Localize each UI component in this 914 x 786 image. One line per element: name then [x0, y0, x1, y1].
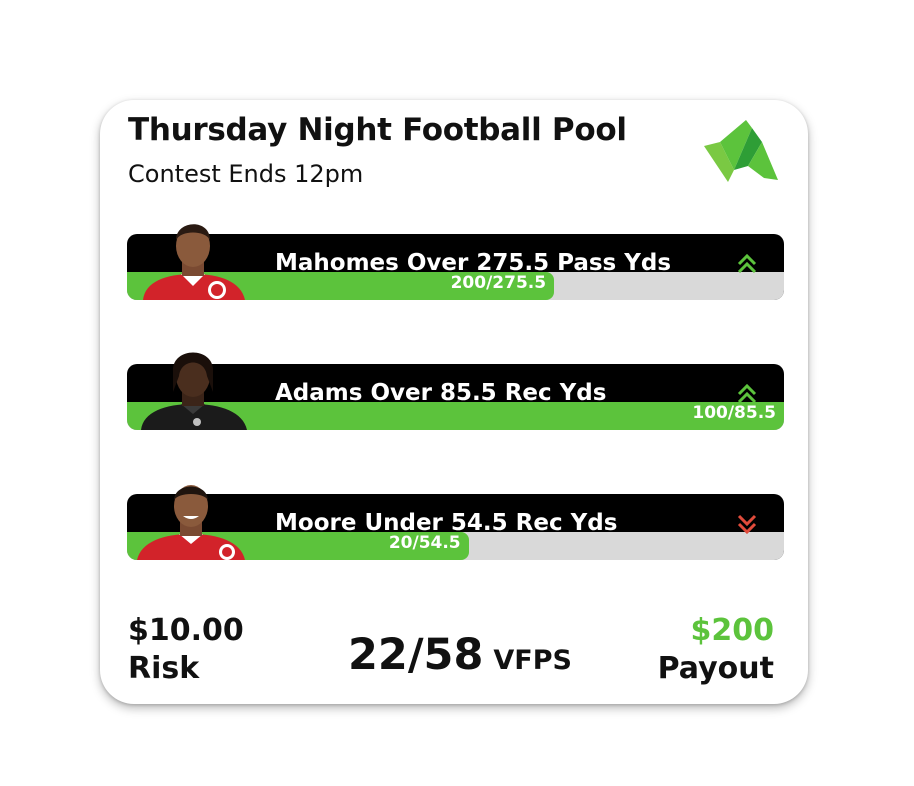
prop-value: 20/54.5 — [388, 533, 461, 553]
prop-row[interactable]: Mahomes Over 275.5 Pass Yds 200/275.5 — [127, 212, 784, 300]
prop-value: 200/275.5 — [450, 273, 547, 293]
player-photo-icon — [137, 485, 245, 560]
payout-block: $200 Payout — [658, 612, 774, 688]
prop-label: Adams Over 85.5 Rec Yds — [275, 380, 607, 406]
contest-title: Thursday Night Football Pool — [128, 112, 627, 148]
player-photo-icon — [141, 352, 247, 430]
trend-up-icon — [737, 253, 757, 274]
risk-amount: $10.00 — [128, 613, 244, 648]
prop-row[interactable]: Adams Over 85.5 Rec Yds 100/85.5 — [127, 342, 784, 430]
brand-logo-icon — [704, 120, 778, 182]
contest-card: Thursday Night Football Pool Contest End… — [100, 100, 808, 704]
score-unit: VFPS — [493, 645, 572, 676]
score-value: 22/58 — [348, 630, 484, 680]
contest-subtitle: Contest Ends 12pm — [128, 160, 364, 188]
prop-row[interactable]: Moore Under 54.5 Rec Yds 20/54.5 — [127, 472, 784, 560]
score-block: 22/58 VFPS — [348, 630, 572, 680]
prop-value: 100/85.5 — [692, 403, 776, 423]
risk-label: Risk — [128, 651, 200, 686]
payout-amount: $200 — [690, 613, 775, 648]
payout-label: Payout — [657, 651, 774, 686]
trend-down-icon — [737, 514, 757, 535]
player-photo-icon — [143, 224, 245, 300]
risk-block: $10.00 Risk — [128, 612, 244, 688]
